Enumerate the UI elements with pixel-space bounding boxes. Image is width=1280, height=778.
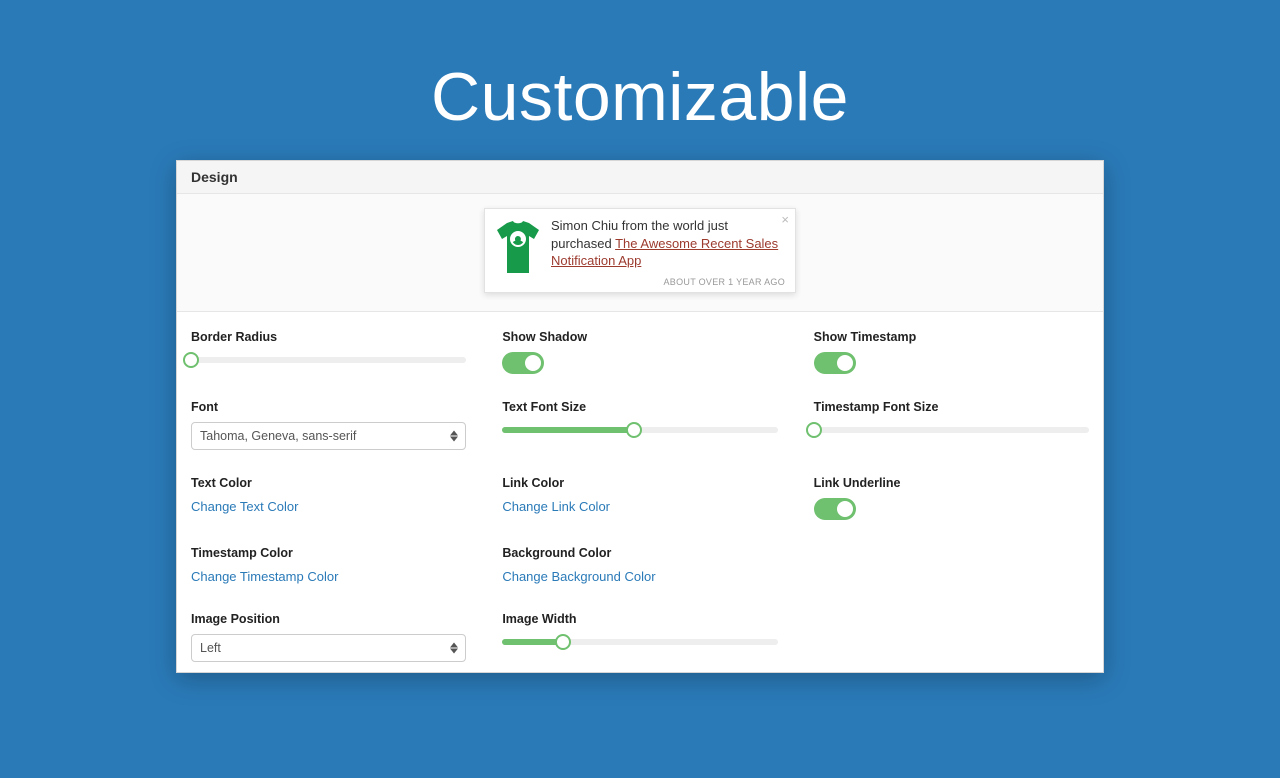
toggle-show-shadow[interactable] xyxy=(502,352,544,374)
control-image-width: Image Width xyxy=(502,612,777,662)
toggle-show-timestamp[interactable] xyxy=(814,352,856,374)
control-background-color: Background Color Change Background Color xyxy=(502,546,777,586)
label-image-position: Image Position xyxy=(191,612,466,626)
chevron-up-down-icon xyxy=(447,430,461,441)
control-show-shadow: Show Shadow xyxy=(502,330,777,374)
label-timestamp-color: Timestamp Color xyxy=(191,546,466,560)
label-text-font-size: Text Font Size xyxy=(502,400,777,414)
slider-text-font-size[interactable] xyxy=(502,422,777,438)
link-change-timestamp-color[interactable]: Change Timestamp Color xyxy=(191,569,338,584)
product-image xyxy=(495,221,541,275)
toggle-link-underline[interactable] xyxy=(814,498,856,520)
select-font-value: Tahoma, Geneva, sans-serif xyxy=(200,429,356,443)
control-timestamp-font-size: Timestamp Font Size xyxy=(814,400,1089,450)
close-icon[interactable]: × xyxy=(781,213,789,226)
control-text-font-size: Text Font Size xyxy=(502,400,777,450)
notification-card: × Simon Chiu from the world just purchas… xyxy=(484,208,796,293)
label-timestamp-font-size: Timestamp Font Size xyxy=(814,400,1089,414)
control-border-radius: Border Radius xyxy=(191,330,466,374)
control-link-underline: Link Underline xyxy=(814,476,1089,520)
control-show-timestamp: Show Timestamp xyxy=(814,330,1089,374)
control-link-color: Link Color Change Link Color xyxy=(502,476,777,520)
chevron-up-down-icon xyxy=(447,642,461,653)
label-font: Font xyxy=(191,400,466,414)
label-show-timestamp: Show Timestamp xyxy=(814,330,1089,344)
link-change-text-color[interactable]: Change Text Color xyxy=(191,499,298,514)
label-border-radius: Border Radius xyxy=(191,330,466,344)
hero-title: Customizable xyxy=(0,58,1280,136)
label-background-color: Background Color xyxy=(502,546,777,560)
select-image-position-value: Left xyxy=(200,641,221,655)
label-text-color: Text Color xyxy=(191,476,466,490)
controls-grid: Border Radius Show Shadow Show Timestamp… xyxy=(177,312,1103,672)
preview-area: × Simon Chiu from the world just purchas… xyxy=(177,194,1103,312)
label-link-underline: Link Underline xyxy=(814,476,1089,490)
control-text-color: Text Color Change Text Color xyxy=(191,476,466,520)
select-image-position[interactable]: Left xyxy=(191,634,466,662)
label-image-width: Image Width xyxy=(502,612,777,626)
slider-image-width[interactable] xyxy=(502,634,777,650)
link-change-background-color[interactable]: Change Background Color xyxy=(502,569,655,584)
select-font[interactable]: Tahoma, Geneva, sans-serif xyxy=(191,422,466,450)
notification-body: Simon Chiu from the world just purchased… xyxy=(551,217,785,288)
design-panel: Design × Simon Chiu from the world just … xyxy=(176,160,1104,673)
link-change-link-color[interactable]: Change Link Color xyxy=(502,499,610,514)
slider-border-radius[interactable] xyxy=(191,352,466,368)
control-timestamp-color: Timestamp Color Change Timestamp Color xyxy=(191,546,466,586)
notification-timestamp: ABOUT OVER 1 YEAR AGO xyxy=(551,276,785,288)
control-image-position: Image Position Left xyxy=(191,612,466,662)
panel-header: Design xyxy=(177,161,1103,194)
control-font: Font Tahoma, Geneva, sans-serif xyxy=(191,400,466,450)
label-link-color: Link Color xyxy=(502,476,777,490)
label-show-shadow: Show Shadow xyxy=(502,330,777,344)
slider-timestamp-font-size[interactable] xyxy=(814,422,1089,438)
